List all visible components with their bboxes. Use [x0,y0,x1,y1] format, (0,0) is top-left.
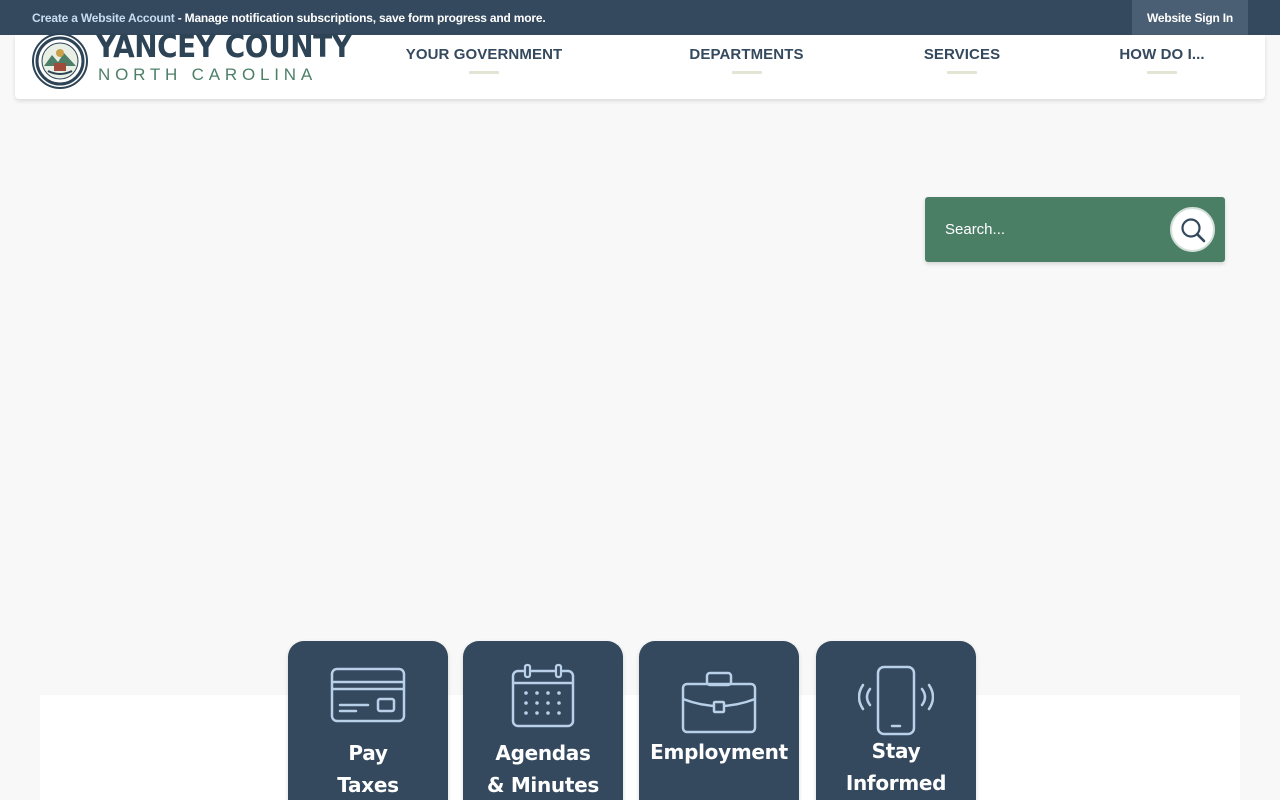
nav-your-government[interactable]: YOUR GOVERNMENT [406,35,562,99]
nav-label: DEPARTMENTS [689,46,804,63]
nav-label: SERVICES [923,46,1001,63]
create-account-link[interactable]: Create a Website Account [32,11,175,25]
nav-underline [731,71,762,74]
county-seal-icon [32,33,88,89]
tile-stay-informed[interactable]: Stay Informed [816,641,976,800]
tile-employment[interactable]: Employment [639,641,799,800]
site-header: YANCEY COUNTY NORTH CAROLINA YOUR GOVERN… [15,29,1265,99]
sign-in-button[interactable]: Website Sign In [1132,0,1248,35]
nav-services[interactable]: SERVICES [923,35,1001,99]
search-icon [1180,217,1205,242]
logo-title: YANCEY COUNTY [96,29,352,65]
tile-label: Employment [650,740,788,764]
utility-message: Create a Website Account - Manage notifi… [32,11,546,25]
credit-card-icon [328,667,408,737]
search-input[interactable] [925,197,1165,262]
nav-underline [1147,71,1177,74]
nav-label: HOW DO I... [1119,46,1205,63]
tile-label: Pay Taxes [337,741,399,797]
nav-departments[interactable]: DEPARTMENTS [689,35,804,99]
tile-label: Agendas & Minutes [487,741,599,797]
nav-underline [947,71,977,74]
tile-label: Stay Informed [845,739,947,795]
nav-underline [469,71,499,74]
calendar-icon [503,663,583,737]
site-logo[interactable]: YANCEY COUNTY NORTH CAROLINA [30,29,352,89]
logo-subtitle: NORTH CAROLINA [98,65,317,84]
tile-pay-taxes[interactable]: Pay Taxes [288,641,448,800]
nav-how-do-i[interactable]: HOW DO I... [1119,35,1205,99]
search-button[interactable] [1170,207,1215,252]
tile-agendas-minutes[interactable]: Agendas & Minutes [463,641,623,800]
briefcase-icon [679,667,759,737]
utility-message-text: - Manage notification subscriptions, sav… [174,11,546,25]
phone-notification-icon [856,665,936,737]
nav-label: YOUR GOVERNMENT [405,46,563,63]
